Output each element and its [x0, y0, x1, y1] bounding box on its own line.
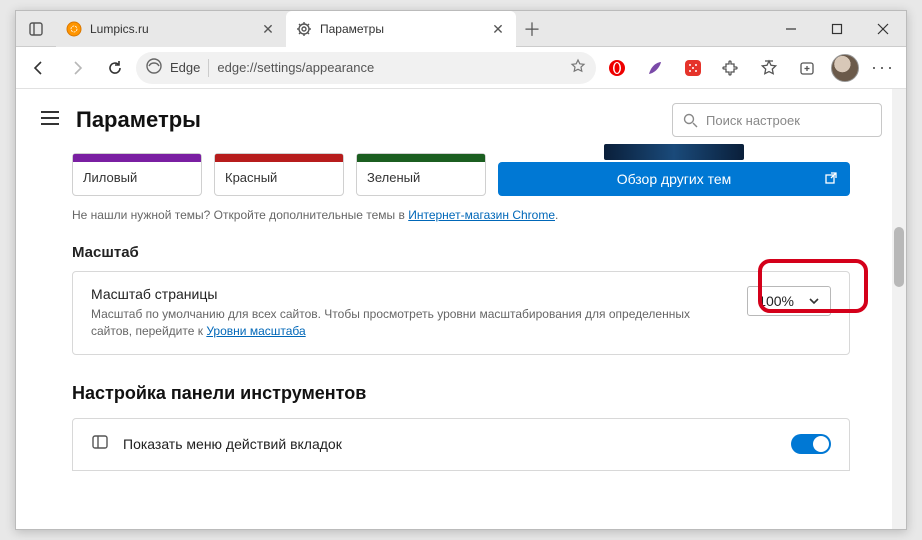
close-icon[interactable]: ✕	[260, 21, 276, 37]
zoom-select[interactable]: 100%	[747, 286, 831, 316]
page-title: Параметры	[76, 107, 656, 133]
tab-actions-icon	[91, 433, 109, 456]
settings-content: Параметры Поиск настроек Лиловый Красный…	[16, 89, 906, 529]
scrollbar[interactable]	[892, 89, 906, 529]
feather-icon[interactable]	[638, 51, 672, 85]
browser-window: Lumpics.ru ✕ Параметры ✕ ＋ Edge edge://s…	[15, 10, 907, 530]
maximize-button[interactable]	[814, 11, 860, 46]
tab-actions-button[interactable]	[16, 11, 56, 46]
chevron-down-icon	[808, 295, 820, 307]
forward-button[interactable]	[60, 51, 94, 85]
profile-avatar[interactable]	[828, 51, 862, 85]
tab-actions-toggle[interactable]	[791, 434, 831, 454]
orange-circle-icon	[66, 21, 82, 37]
red-app-icon[interactable]	[676, 51, 710, 85]
theme-preview-strip	[604, 144, 744, 160]
opera-icon[interactable]	[600, 51, 634, 85]
toolbar-section-title: Настройка панели инструментов	[72, 383, 850, 404]
back-button[interactable]	[22, 51, 56, 85]
address-bar[interactable]: Edge edge://settings/appearance	[136, 52, 596, 84]
browse-themes-label: Обзор других тем	[617, 171, 732, 187]
theme-card-purple[interactable]: Лиловый	[72, 153, 202, 196]
tab-lumpics[interactable]: Lumpics.ru ✕	[56, 11, 286, 47]
refresh-button[interactable]	[98, 51, 132, 85]
menu-button[interactable]: ···	[866, 51, 900, 85]
theme-name: Красный	[225, 170, 277, 185]
nav-toolbar: Edge edge://settings/appearance ···	[16, 47, 906, 89]
favorites-icon[interactable]	[752, 51, 786, 85]
zoom-value: 100%	[758, 293, 794, 309]
tab-title: Параметры	[320, 22, 482, 36]
search-placeholder: Поиск настроек	[706, 113, 800, 128]
search-icon	[683, 113, 698, 128]
scrollbar-thumb[interactable]	[894, 227, 904, 287]
themes-help-text: Не нашли нужной темы? Откройте дополните…	[72, 208, 850, 222]
tab-settings[interactable]: Параметры ✕	[286, 11, 516, 47]
chrome-store-link[interactable]: Интернет-магазин Chrome	[408, 208, 555, 222]
menu-icon[interactable]	[40, 110, 60, 131]
new-tab-button[interactable]: ＋	[516, 11, 548, 46]
url-text: edge://settings/appearance	[217, 60, 562, 75]
zoom-section-label: Масштаб	[72, 244, 850, 261]
gear-icon	[296, 21, 312, 37]
tab-actions-label: Показать меню действий вкладок	[123, 436, 777, 452]
zoom-row-desc: Масштаб по умолчанию для всех сайтов. Чт…	[91, 306, 731, 340]
tab-title: Lumpics.ru	[90, 22, 252, 36]
minimize-button[interactable]	[768, 11, 814, 46]
scheme-label: Edge	[170, 60, 200, 75]
search-settings-input[interactable]: Поиск настроек	[672, 103, 882, 137]
zoom-levels-link[interactable]: Уровни масштаба	[206, 324, 305, 338]
theme-name: Зеленый	[367, 170, 420, 185]
zoom-card: Масштаб страницы Масштаб по умолчанию дл…	[72, 271, 850, 355]
browse-themes-button[interactable]: Обзор других тем	[498, 162, 850, 196]
external-link-icon	[824, 171, 838, 188]
tab-actions-row: Показать меню действий вкладок	[72, 418, 850, 471]
extensions-icon[interactable]	[714, 51, 748, 85]
theme-name: Лиловый	[83, 170, 137, 185]
favorite-icon[interactable]	[570, 58, 586, 77]
theme-card-green[interactable]: Зеленый	[356, 153, 486, 196]
theme-card-red[interactable]: Красный	[214, 153, 344, 196]
theme-row: Лиловый Красный Зеленый Обзор других тем	[72, 153, 850, 196]
close-icon[interactable]: ✕	[490, 21, 506, 37]
titlebar: Lumpics.ru ✕ Параметры ✕ ＋	[16, 11, 906, 47]
extensions-area: ···	[600, 51, 900, 85]
divider	[208, 59, 209, 77]
collections-icon[interactable]	[790, 51, 824, 85]
close-window-button[interactable]	[860, 11, 906, 46]
zoom-row-title: Масштаб страницы	[91, 286, 731, 302]
edge-icon	[146, 58, 162, 77]
